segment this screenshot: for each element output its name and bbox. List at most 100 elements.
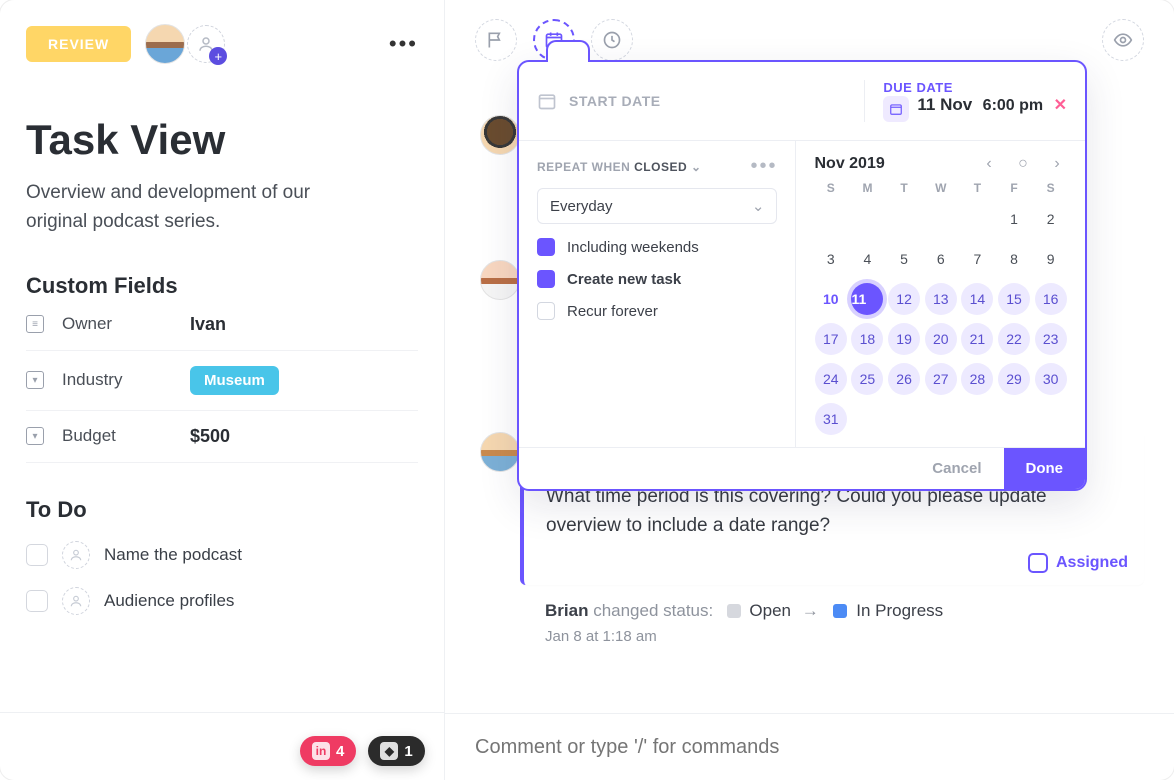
calendar-grid[interactable]: 1234567891011121314151617181920212223242… — [814, 201, 1067, 437]
start-date-label: START DATE — [569, 93, 661, 109]
custom-field-row[interactable]: ≡ Owner Ivan — [26, 299, 418, 351]
calendar-day[interactable]: 12 — [888, 283, 920, 315]
due-date-field[interactable]: DUE DATE 11 Nov 6:00 pm ✕ — [864, 80, 1067, 122]
calendar-day[interactable]: 25 — [851, 363, 883, 395]
feed-avatar[interactable] — [480, 115, 520, 155]
custom-field-value[interactable]: Ivan — [190, 314, 226, 335]
calendar-day[interactable]: 13 — [925, 283, 957, 315]
dropdown-field-icon: ▾ — [26, 371, 44, 389]
calendar-day[interactable]: 24 — [815, 363, 847, 395]
calendar-day[interactable]: 15 — [998, 283, 1030, 315]
feed-avatar[interactable] — [480, 260, 520, 300]
calendar-dow-row: SMTWTFS — [814, 181, 1067, 195]
checkbox-icon — [1028, 553, 1048, 573]
date-popover: START DATE DUE DATE 11 Nov 6:00 pm ✕ REP… — [517, 60, 1087, 491]
task-title[interactable]: Task View — [26, 116, 418, 164]
option-label: Create new task — [567, 271, 681, 288]
calendar-day[interactable]: 5 — [888, 243, 920, 275]
calendar-day[interactable]: 26 — [888, 363, 920, 395]
unassigned-avatar-icon[interactable] — [62, 541, 90, 569]
calendar-next-icon[interactable]: › — [1047, 155, 1067, 173]
custom-field-row[interactable]: ▾ Budget $500 — [26, 411, 418, 463]
frequency-select[interactable]: Everyday ⌄ — [537, 188, 777, 224]
repeat-more-icon[interactable]: ••• — [750, 155, 777, 178]
unassigned-avatar-icon[interactable] — [62, 587, 90, 615]
calendar-day[interactable]: 18 — [851, 323, 883, 355]
calendar-day[interactable]: 29 — [998, 363, 1030, 395]
calendar-day[interactable]: 8 — [998, 243, 1030, 275]
calendar-day[interactable]: 21 — [961, 323, 993, 355]
calendar-day[interactable]: 30 — [1035, 363, 1067, 395]
todo-heading: To Do — [26, 497, 418, 523]
comment-input[interactable] — [475, 736, 1174, 759]
calendar-day[interactable]: 20 — [925, 323, 957, 355]
calendar-day[interactable]: 9 — [1035, 243, 1067, 275]
status-open-label: Open — [749, 601, 791, 620]
calendar-day[interactable]: 3 — [815, 243, 847, 275]
attachment-count: 4 — [336, 743, 344, 760]
start-date-button[interactable]: START DATE — [537, 91, 848, 111]
calendar-prev-icon[interactable]: ‹ — [979, 155, 999, 173]
option-recur-forever[interactable]: Recur forever — [537, 302, 777, 320]
calendar-day[interactable]: 22 — [998, 323, 1030, 355]
assignee-avatar[interactable] — [145, 24, 185, 64]
calendar-day[interactable]: 10 — [815, 283, 847, 315]
activity-row: Brian changed status: Open → In Progress — [545, 601, 943, 621]
activity-author: Brian — [545, 601, 588, 620]
calendar-day[interactable]: 1 — [998, 203, 1030, 235]
custom-field-label: Owner — [62, 314, 172, 334]
compose-bar[interactable] — [445, 713, 1174, 780]
assigned-toggle[interactable]: Assigned — [1028, 553, 1128, 573]
calendar-icon — [883, 96, 909, 122]
calendar-day[interactable]: 7 — [961, 243, 993, 275]
calendar-day[interactable]: 28 — [961, 363, 993, 395]
activity-timestamp: Jan 8 at 1:18 am — [545, 628, 657, 645]
todo-item[interactable]: Name the podcast — [26, 541, 418, 569]
frequency-value: Everyday — [550, 198, 613, 215]
custom-field-value[interactable]: Museum — [190, 366, 279, 395]
calendar-day[interactable]: 4 — [851, 243, 883, 275]
calendar-day[interactable]: 2 — [1035, 203, 1067, 235]
task-description[interactable]: Overview and development of our original… — [26, 178, 366, 237]
option-label: Including weekends — [567, 239, 699, 256]
more-menu-icon[interactable]: ••• — [389, 31, 418, 57]
plus-icon: + — [209, 47, 227, 65]
invision-attachment-chip[interactable]: in 4 — [300, 736, 356, 766]
option-create-new[interactable]: Create new task — [537, 270, 777, 288]
figma-attachment-chip[interactable]: ◆ 1 — [368, 736, 424, 766]
calendar-day[interactable]: 31 — [815, 403, 847, 435]
option-label: Recur forever — [567, 303, 658, 320]
calendar-day[interactable]: 16 — [1035, 283, 1067, 315]
cancel-button[interactable]: Cancel — [910, 448, 1003, 489]
assigned-label: Assigned — [1056, 554, 1128, 572]
calendar-day[interactable]: 27 — [925, 363, 957, 395]
attachment-count: 1 — [404, 743, 412, 760]
todo-item[interactable]: Audience profiles — [26, 587, 418, 615]
done-button[interactable]: Done — [1004, 448, 1086, 489]
feed-avatar[interactable] — [480, 432, 520, 472]
repeat-heading[interactable]: REPEAT WHEN CLOSED ⌄ — [537, 160, 702, 174]
custom-field-value[interactable]: $500 — [190, 426, 230, 447]
due-date-value: 11 Nov — [917, 95, 972, 114]
option-weekends[interactable]: Including weekends — [537, 238, 777, 256]
calendar-day[interactable]: 11 — [851, 283, 883, 315]
calendar-day[interactable]: 14 — [961, 283, 993, 315]
watch-button[interactable] — [1102, 19, 1144, 61]
calendar-day[interactable]: 19 — [888, 323, 920, 355]
arrow-right-icon: → — [802, 601, 819, 620]
clear-due-icon[interactable]: ✕ — [1054, 97, 1067, 114]
calendar-day[interactable]: 6 — [925, 243, 957, 275]
calendar-today-icon[interactable]: ○ — [1013, 155, 1033, 173]
time-button[interactable] — [591, 19, 633, 61]
custom-field-label: Budget — [62, 426, 172, 446]
add-assignee-button[interactable]: + — [187, 25, 225, 63]
checkbox-icon[interactable] — [26, 590, 48, 612]
due-time-value: 6:00 pm — [983, 97, 1043, 114]
checkbox-icon[interactable] — [26, 544, 48, 566]
calendar-day[interactable]: 23 — [1035, 323, 1067, 355]
status-open-dot — [727, 604, 741, 618]
calendar-day[interactable]: 17 — [815, 323, 847, 355]
flag-button[interactable] — [475, 19, 517, 61]
review-status-button[interactable]: REVIEW — [26, 26, 131, 62]
custom-field-row[interactable]: ▾ Industry Museum — [26, 351, 418, 411]
